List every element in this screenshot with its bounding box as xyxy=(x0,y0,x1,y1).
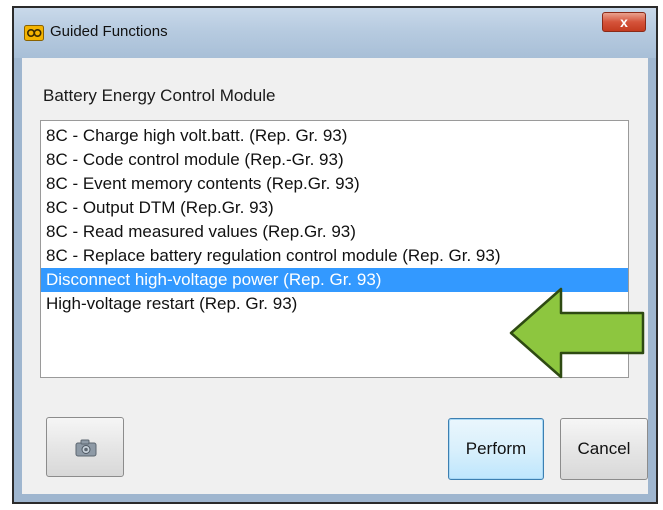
camera-icon xyxy=(75,439,97,457)
green-arrow-annotation xyxy=(509,287,645,379)
module-label: Battery Energy Control Module xyxy=(43,86,276,105)
title-bar[interactable]: Guided Functions x xyxy=(14,8,656,58)
guided-functions-window: Guided Functions x Battery Energy Contro… xyxy=(14,8,656,502)
close-icon: x xyxy=(620,14,628,30)
list-item[interactable]: 8C - Replace battery regulation control … xyxy=(41,244,628,268)
screenshot-button[interactable] xyxy=(46,417,124,477)
list-item[interactable]: 8C - Charge high volt.batt. (Rep. Gr. 93… xyxy=(41,124,628,148)
list-item[interactable]: 8C - Event memory contents (Rep.Gr. 93) xyxy=(41,172,628,196)
list-item[interactable]: 8C - Output DTM (Rep.Gr. 93) xyxy=(41,196,628,220)
cancel-button[interactable]: Cancel xyxy=(560,418,648,480)
window-title: Guided Functions xyxy=(50,23,168,40)
page: Guided Functions x Battery Energy Contro… xyxy=(0,0,663,510)
perform-button[interactable]: Perform xyxy=(448,418,544,480)
app-icon xyxy=(24,25,44,41)
list-item[interactable]: 8C - Code control module (Rep.-Gr. 93) xyxy=(41,148,628,172)
close-button[interactable]: x xyxy=(602,12,646,32)
list-item[interactable]: 8C - Read measured values (Rep.Gr. 93) xyxy=(41,220,628,244)
dialog-body: Battery Energy Control Module 8C - Charg… xyxy=(22,58,648,494)
